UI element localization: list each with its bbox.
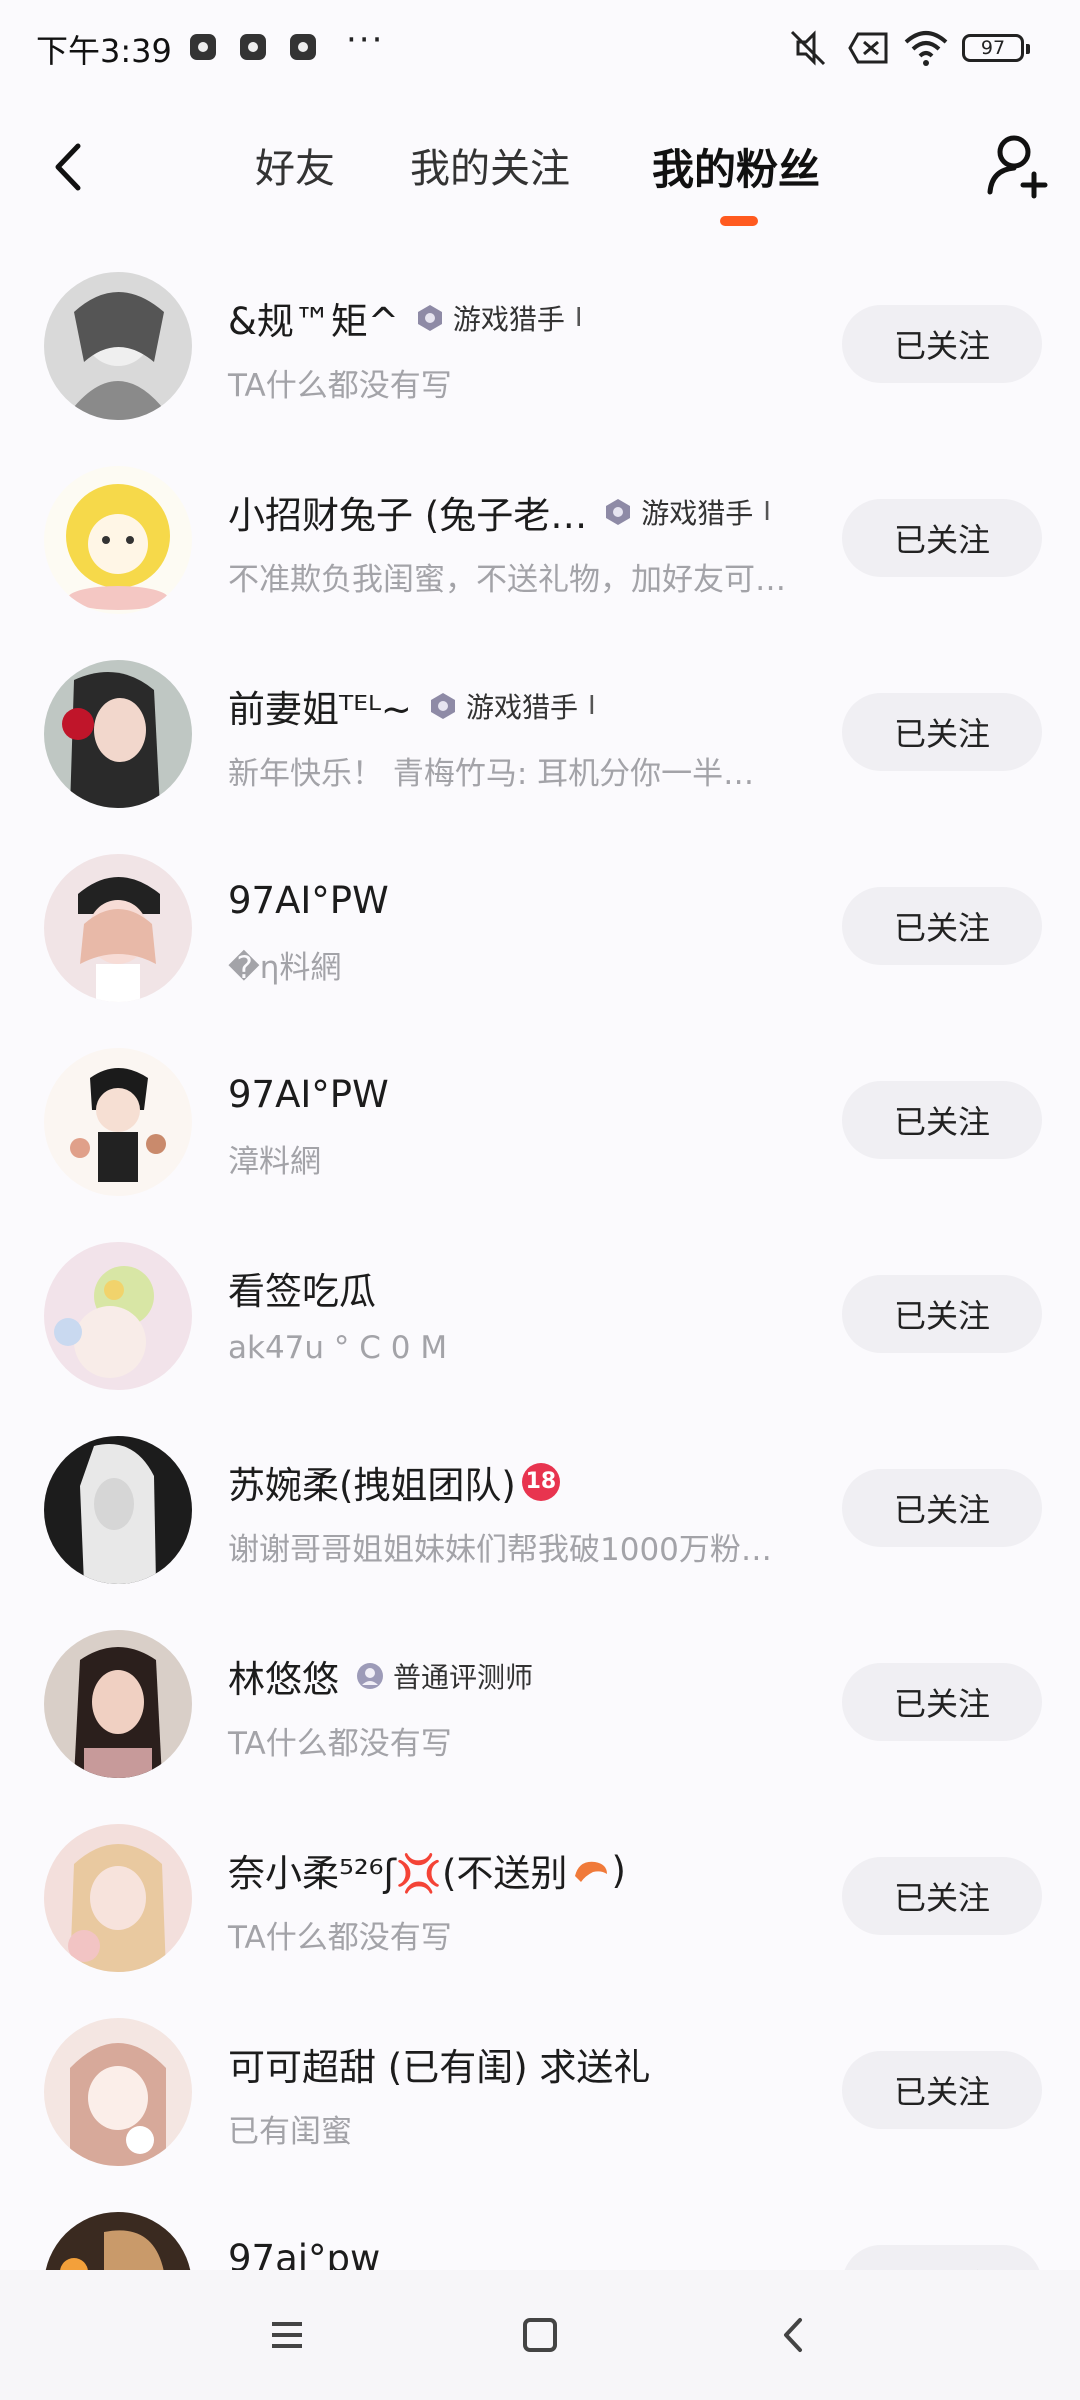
list-item[interactable]: 前妻姐ᵀᴱᴸ~ 游戏猎手 I 新年快乐！ 青梅竹马: 耳机分你一半… 已关注 (0, 648, 1080, 842)
shrimp-icon (575, 1861, 608, 1882)
list-item[interactable]: 可可超甜 (已有闺) 求送礼 已有闺蜜 已关注 (0, 2006, 1080, 2200)
list-item[interactable]: &规™矩^ 游戏猎手 I TA什么都没有写 已关注 (0, 260, 1080, 454)
list-item[interactable]: 林悠悠 普通评测师 TA什么都没有写 已关注 (0, 1618, 1080, 1812)
more-notifications-icon: ··· (346, 20, 385, 60)
avatar[interactable] (44, 1048, 192, 1196)
avatar[interactable] (44, 854, 192, 1002)
game-hunter-icon (606, 499, 631, 525)
mute-icon (790, 30, 826, 66)
title-badge: 普通评测师 (355, 1656, 533, 1696)
followed-button[interactable]: 已关注 (842, 1469, 1042, 1547)
add-user-icon[interactable] (984, 130, 1056, 202)
fan-description: TA什么都没有写 (228, 368, 452, 404)
list-item[interactable]: 苏婉柔(拽姐团队) 18 谢谢哥哥姐姐妹妹们帮我破1000万粉… 已关注 (0, 1424, 1080, 1618)
avatar[interactable] (44, 2212, 192, 2270)
back-icon[interactable] (770, 2310, 820, 2360)
app-notification-icon (240, 34, 266, 60)
fan-name: 看签吃瓜 (228, 1270, 376, 1313)
fan-name: 97AI°PW (228, 878, 389, 922)
avatar[interactable] (44, 660, 192, 808)
fan-name: 奈小柔⁵²⁶ʃ💢(不送别 (228, 1852, 568, 1895)
status-time: 下午3:39 (36, 32, 172, 70)
fan-description: 漳料網 (228, 1144, 321, 1180)
list-item[interactable]: 97ai°pw 已关注 (0, 2200, 1080, 2270)
avatar[interactable] (44, 466, 192, 614)
avatar[interactable] (44, 1242, 192, 1390)
avatar[interactable] (44, 2018, 192, 2166)
fan-name: &规™矩^ (228, 300, 399, 343)
list-item[interactable]: 看签吃瓜 ak47u ° C 0 M 已关注 (0, 1230, 1080, 1424)
back-chevron-left-icon[interactable] (42, 132, 102, 202)
followed-button[interactable]: 已关注 (842, 1275, 1042, 1353)
fan-name-suffix: ) (611, 1848, 626, 1892)
fan-name: 97AI°PW (228, 1072, 389, 1116)
system-nav-bar (0, 2270, 1080, 2400)
list-item[interactable]: 奈小柔⁵²⁶ʃ💢(不送别 ) TA什么都没有写 已关注 (0, 1812, 1080, 2006)
fan-description: 新年快乐！ 青梅竹马: 耳机分你一半… (228, 756, 755, 792)
list-item[interactable]: 小招财兔子 (兔子老… 游戏猎手 I 不准欺负我闺蜜，不送礼物，加好友可… 已关… (0, 454, 1080, 648)
avatar[interactable] (44, 1630, 192, 1778)
title-badge: 游戏猎手 I (603, 492, 771, 532)
followed-button[interactable]: 已关注 (842, 1081, 1042, 1159)
fan-name: 林悠悠 (228, 1658, 339, 1701)
fan-name: 可可超甜 (已有闺) 求送礼 (228, 2046, 651, 2089)
fan-name: 小招财兔子 (兔子老… (228, 494, 588, 537)
fan-description: 不准欺负我闺蜜，不送礼物，加好友可… (228, 562, 786, 598)
game-hunter-icon (417, 305, 442, 331)
fan-name: 97ai°pw (228, 2236, 381, 2271)
wifi-icon (904, 31, 948, 66)
tab-friends[interactable]: 好友 (255, 136, 335, 194)
followed-button[interactable]: 已关注 (842, 887, 1042, 965)
reviewer-icon (357, 1663, 383, 1689)
title-badge: 游戏猎手 I (428, 686, 596, 726)
home-icon[interactable] (515, 2310, 565, 2360)
followed-button[interactable]: 已关注 (842, 1663, 1042, 1741)
avatar[interactable] (44, 1436, 192, 1584)
fan-description: 已有闺蜜 (228, 2114, 352, 2150)
active-tab-indicator (720, 216, 758, 226)
followed-button[interactable]: 已关注 (842, 2245, 1042, 2270)
fan-description: TA什么都没有写 (228, 1920, 452, 1956)
followed-button[interactable]: 已关注 (842, 499, 1042, 577)
list-item[interactable]: 97AI°PW �η料網 已关注 (0, 842, 1080, 1036)
no-sim-icon (848, 32, 888, 64)
title-badge: 游戏猎手 I (415, 298, 583, 338)
followed-button[interactable]: 已关注 (842, 305, 1042, 383)
app-notification-icon (290, 34, 316, 60)
list-item[interactable]: 97AI°PW 漳料網 已关注 (0, 1036, 1080, 1230)
age-18-icon: 18 (521, 1463, 560, 1501)
header-nav: 好友 我的关注 我的粉丝 (0, 110, 1080, 230)
followed-button[interactable]: 已关注 (842, 693, 1042, 771)
battery-icon: 97 (962, 34, 1030, 62)
fan-description: �η料網 (228, 950, 342, 986)
fan-description: 谢谢哥哥姐姐妹妹们帮我破1000万粉… (228, 1532, 772, 1568)
fan-description: ak47u ° C 0 M (228, 1330, 448, 1366)
fan-description: TA什么都没有写 (228, 1726, 452, 1762)
app-notification-icon (190, 34, 216, 60)
menu-icon[interactable] (262, 2310, 312, 2360)
tab-fans[interactable]: 我的粉丝 (652, 136, 820, 197)
game-hunter-icon (430, 693, 455, 719)
status-bar: 下午3:39 ··· 97 (0, 0, 1080, 100)
fan-name: 苏婉柔(拽姐团队) (228, 1464, 516, 1507)
tab-following[interactable]: 我的关注 (410, 136, 570, 194)
followed-button[interactable]: 已关注 (842, 1857, 1042, 1935)
avatar[interactable] (44, 272, 192, 420)
avatar[interactable] (44, 1824, 192, 1972)
fan-name: 前妻姐ᵀᴱᴸ~ (228, 688, 412, 731)
followed-button[interactable]: 已关注 (842, 2051, 1042, 2129)
